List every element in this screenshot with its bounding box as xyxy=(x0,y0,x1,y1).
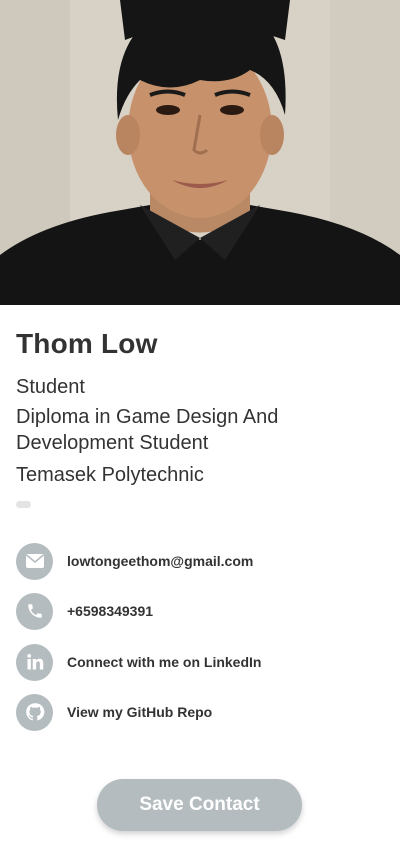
phone-label: +6598349391 xyxy=(67,603,154,619)
profile-photo xyxy=(0,0,400,305)
phone-link[interactable]: +6598349391 xyxy=(16,592,153,630)
save-contact-button[interactable]: Save Contact xyxy=(97,779,302,831)
linkedin-icon xyxy=(16,643,53,681)
email-label: lowtongeethom@gmail.com xyxy=(67,553,254,569)
envelope-icon xyxy=(16,542,53,580)
linkedin-label: Connect with me on LinkedIn xyxy=(67,654,262,670)
divider-pill xyxy=(16,501,31,508)
job-title: Student xyxy=(16,376,85,398)
email-link[interactable]: lowtongeethom@gmail.com xyxy=(16,542,253,580)
contact-name: Thom Low xyxy=(16,328,158,359)
github-icon xyxy=(16,693,53,731)
linkedin-link[interactable]: Connect with me on LinkedIn xyxy=(16,643,261,681)
department: Diploma in Game Design And Development S… xyxy=(16,406,279,454)
github-label: View my GitHub Repo xyxy=(67,704,213,720)
organization: Temasek Polytechnic xyxy=(16,464,204,486)
phone-icon xyxy=(16,592,53,630)
github-link[interactable]: View my GitHub Repo xyxy=(16,693,212,731)
